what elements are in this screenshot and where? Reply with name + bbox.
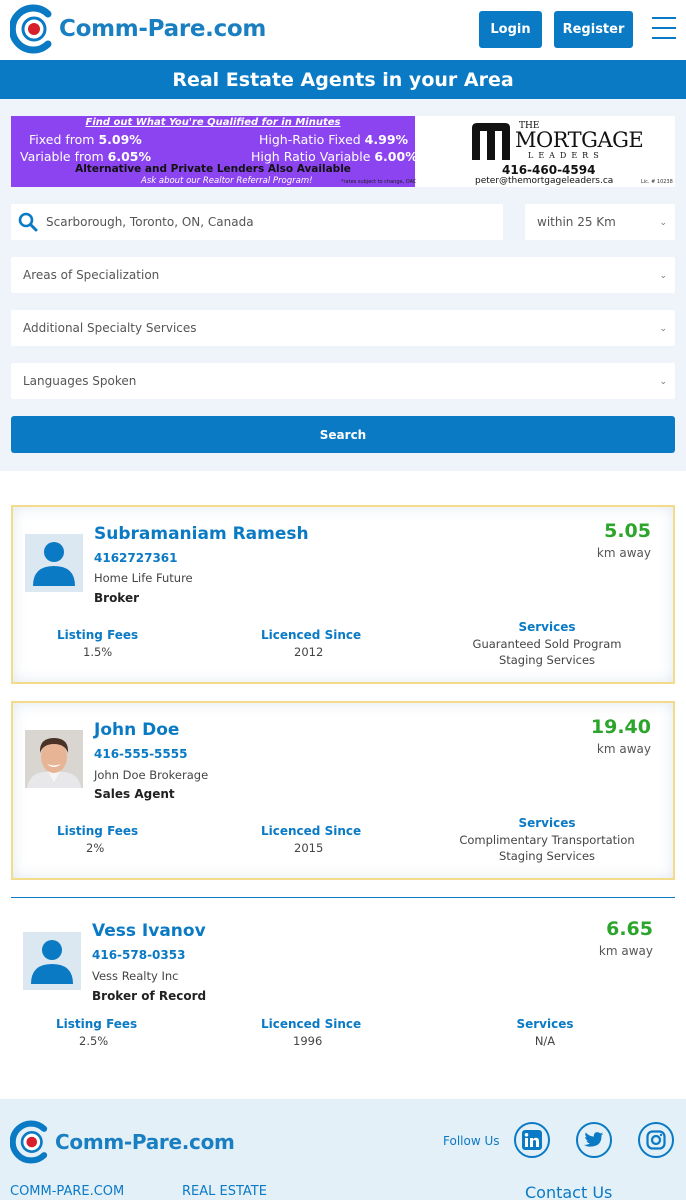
licenced-since-value: 2012 bbox=[294, 645, 324, 659]
logo-mark-icon bbox=[10, 4, 52, 54]
licenced-since-value: 2015 bbox=[294, 841, 324, 855]
agent-phone[interactable]: 416-578-0353 bbox=[92, 948, 185, 962]
languages-placeholder: Languages Spoken bbox=[23, 374, 137, 388]
ad-alt-lenders: Alternative and Private Lenders Also Ava… bbox=[75, 163, 351, 175]
agent-role: Sales Agent bbox=[94, 787, 175, 801]
agent-photo bbox=[25, 730, 83, 788]
agent-role: Broker bbox=[94, 591, 140, 605]
agent-company: Home Life Future bbox=[94, 571, 193, 585]
services-label: Services bbox=[518, 816, 576, 830]
ad-fixed-rate: Fixed from 5.09% bbox=[29, 132, 142, 147]
licenced-since-label: Licenced Since bbox=[261, 628, 362, 642]
specialization-select[interactable]: Areas of Specialization ⌄ bbox=[11, 257, 675, 293]
radius-select[interactable]: within 25 Km ⌄ bbox=[525, 204, 675, 240]
agent-distance: 5.05 bbox=[604, 520, 651, 542]
agent-card[interactable]: Subramaniam Ramesh 4162727361 Home Life … bbox=[11, 505, 675, 684]
languages-select[interactable]: Languages Spoken ⌄ bbox=[11, 363, 675, 399]
avatar-placeholder-icon bbox=[25, 534, 83, 592]
distance-unit: km away bbox=[596, 546, 651, 560]
specialty-services-placeholder: Additional Specialty Services bbox=[23, 321, 197, 335]
listing-fees-label: Listing Fees bbox=[56, 1017, 138, 1031]
page-title: Real Estate Agents in your Area bbox=[0, 60, 686, 99]
login-button[interactable]: Login bbox=[479, 11, 542, 48]
specialization-placeholder: Areas of Specialization bbox=[23, 268, 160, 282]
ad-license: Lic. # 10238 bbox=[641, 179, 673, 185]
location-input-value: Scarborough, Toronto, ON, Canada bbox=[46, 215, 254, 229]
chevron-down-icon: ⌄ bbox=[659, 324, 667, 334]
agent-company: Vess Realty Inc bbox=[92, 969, 179, 983]
services-value: Complimentary Transportation Staging Ser… bbox=[459, 833, 635, 863]
ad-headline: Find out What You're Qualified for in Mi… bbox=[85, 117, 341, 128]
ad-fine-print: *rates subject to change, OAC bbox=[341, 179, 417, 185]
avatar-placeholder-icon bbox=[23, 932, 81, 990]
agent-card[interactable]: Vess Ivanov 416-578-0353 Vess Realty Inc… bbox=[11, 897, 675, 1057]
agent-company: John Doe Brokerage bbox=[94, 768, 209, 782]
site-logo[interactable]: Comm-Pare.com bbox=[10, 4, 266, 54]
listing-fees-value: 1.5% bbox=[83, 645, 113, 659]
ad-phone: 416-460-4594 bbox=[502, 163, 596, 177]
site-header: Comm-Pare.com Login Register bbox=[0, 0, 686, 60]
listing-fees-value: 2.5% bbox=[79, 1034, 109, 1048]
chevron-down-icon: ⌄ bbox=[659, 377, 667, 387]
linkedin-icon[interactable] bbox=[514, 1122, 550, 1158]
agent-card[interactable]: John Doe 416-555-5555 John Doe Brokerage… bbox=[11, 701, 675, 880]
services-label: Services bbox=[518, 620, 576, 634]
ad-hr-fixed-rate: High-Ratio Fixed 4.99% bbox=[259, 132, 409, 147]
agent-name[interactable]: Vess Ivanov bbox=[92, 921, 206, 941]
listing-fees-value: 2% bbox=[86, 841, 105, 855]
specialty-services-select[interactable]: Additional Specialty Services ⌄ bbox=[11, 310, 675, 346]
ad-brand-panel: THE MORTGAGE LEADERS 416-460-4594 peter@… bbox=[415, 116, 675, 187]
ad-variable-rate: Variable from 6.05% bbox=[20, 149, 152, 164]
agent-name[interactable]: Subramaniam Ramesh bbox=[94, 524, 309, 544]
agent-phone[interactable]: 4162727361 bbox=[94, 551, 178, 565]
ad-brand-name: MORTGAGE bbox=[515, 128, 644, 152]
listing-fees-label: Listing Fees bbox=[57, 628, 139, 642]
chevron-down-icon: ⌄ bbox=[659, 218, 667, 228]
location-search-field[interactable]: Scarborough, Toronto, ON, Canada bbox=[11, 204, 503, 240]
services-value: N/A bbox=[534, 1034, 556, 1048]
agent-distance: 19.40 bbox=[590, 716, 651, 738]
footer-link-company[interactable]: COMM-PARE.COM bbox=[10, 1184, 124, 1199]
agent-name[interactable]: John Doe bbox=[94, 720, 179, 740]
search-button[interactable]: Search bbox=[11, 416, 675, 453]
radius-select-value: within 25 Km bbox=[537, 215, 616, 229]
ad-referral: Ask about our Realtor Referral Program! bbox=[141, 176, 313, 186]
hamburger-menu-icon[interactable] bbox=[652, 17, 676, 41]
search-icon bbox=[18, 212, 38, 232]
licenced-since-label: Licenced Since bbox=[261, 824, 362, 838]
licenced-since-label: Licenced Since bbox=[261, 1017, 362, 1031]
services-value: Guaranteed Sold Program Staging Services bbox=[472, 637, 622, 667]
footer-logo[interactable]: Comm-Pare.com bbox=[10, 1120, 235, 1164]
chevron-down-icon: ⌄ bbox=[659, 271, 667, 281]
mortgage-ad-banner[interactable]: Find out What You're Qualified for in Mi… bbox=[11, 116, 675, 187]
footer-link-contact[interactable]: Contact Us bbox=[525, 1183, 612, 1200]
agent-phone[interactable]: 416-555-5555 bbox=[94, 747, 187, 761]
licenced-since-value: 1996 bbox=[293, 1034, 323, 1048]
follow-us-label: Follow Us bbox=[443, 1134, 500, 1148]
instagram-icon[interactable] bbox=[638, 1122, 674, 1158]
footer-logo-text: Comm-Pare.com bbox=[55, 1130, 235, 1154]
register-button[interactable]: Register bbox=[554, 11, 633, 48]
agent-distance: 6.65 bbox=[606, 918, 653, 940]
footer-link-real-estate[interactable]: REAL ESTATE bbox=[182, 1184, 267, 1199]
logo-mark-icon bbox=[10, 1120, 48, 1164]
services-label: Services bbox=[516, 1017, 574, 1031]
agent-role: Broker of Record bbox=[92, 989, 207, 1003]
distance-unit: km away bbox=[598, 944, 653, 958]
mortgage-leaders-logo-icon bbox=[472, 123, 510, 160]
logo-text: Comm-Pare.com bbox=[59, 16, 267, 42]
site-footer: Comm-Pare.com Follow Us COMM-PARE.COM RE… bbox=[0, 1099, 686, 1200]
ad-brand-sub: LEADERS bbox=[528, 151, 604, 160]
distance-unit: km away bbox=[596, 742, 651, 756]
ad-email: peter@themortgageleaders.ca bbox=[475, 176, 614, 186]
twitter-icon[interactable] bbox=[576, 1122, 612, 1158]
ad-rates-panel: Find out What You're Qualified for in Mi… bbox=[11, 116, 418, 187]
search-panel: Find out What You're Qualified for in Mi… bbox=[0, 99, 686, 471]
listing-fees-label: Listing Fees bbox=[57, 824, 139, 838]
ad-hr-variable-rate: High Ratio Variable 6.00% bbox=[251, 149, 418, 164]
